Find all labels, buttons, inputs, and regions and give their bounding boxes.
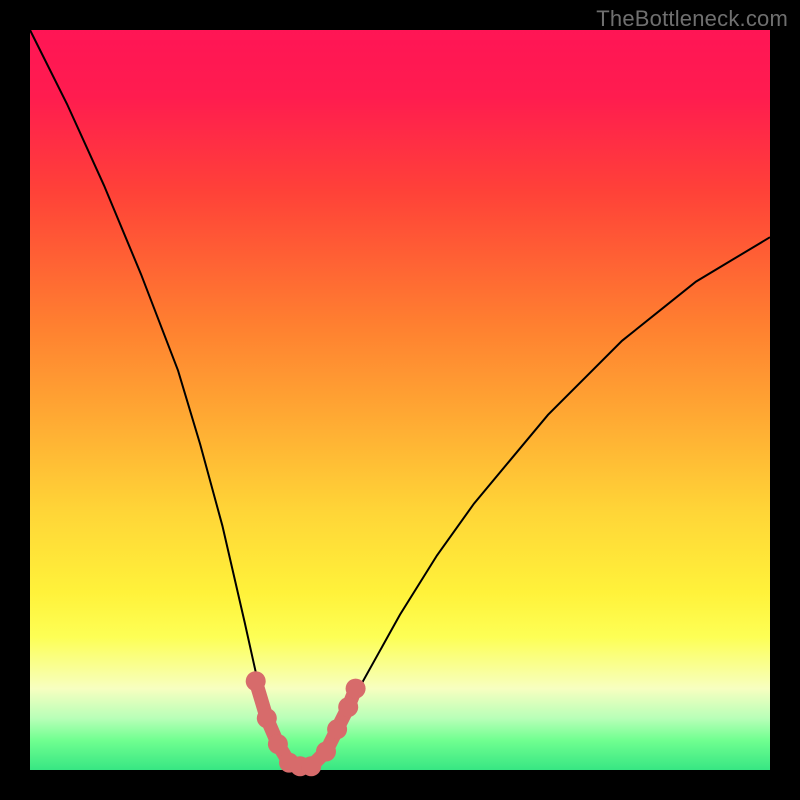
curve-layer xyxy=(30,30,770,770)
chart-frame: TheBottleneck.com xyxy=(0,0,800,800)
plot-area xyxy=(30,30,770,770)
fit-marker xyxy=(316,742,336,762)
fit-marker xyxy=(346,679,366,699)
fit-marker xyxy=(338,697,358,717)
fit-marker xyxy=(327,719,347,739)
fit-marker xyxy=(257,708,277,728)
fit-marker xyxy=(268,734,288,754)
watermark-text: TheBottleneck.com xyxy=(596,6,788,32)
fit-marker xyxy=(301,756,321,776)
bottleneck-curve xyxy=(30,30,770,770)
fit-marker xyxy=(246,671,266,691)
